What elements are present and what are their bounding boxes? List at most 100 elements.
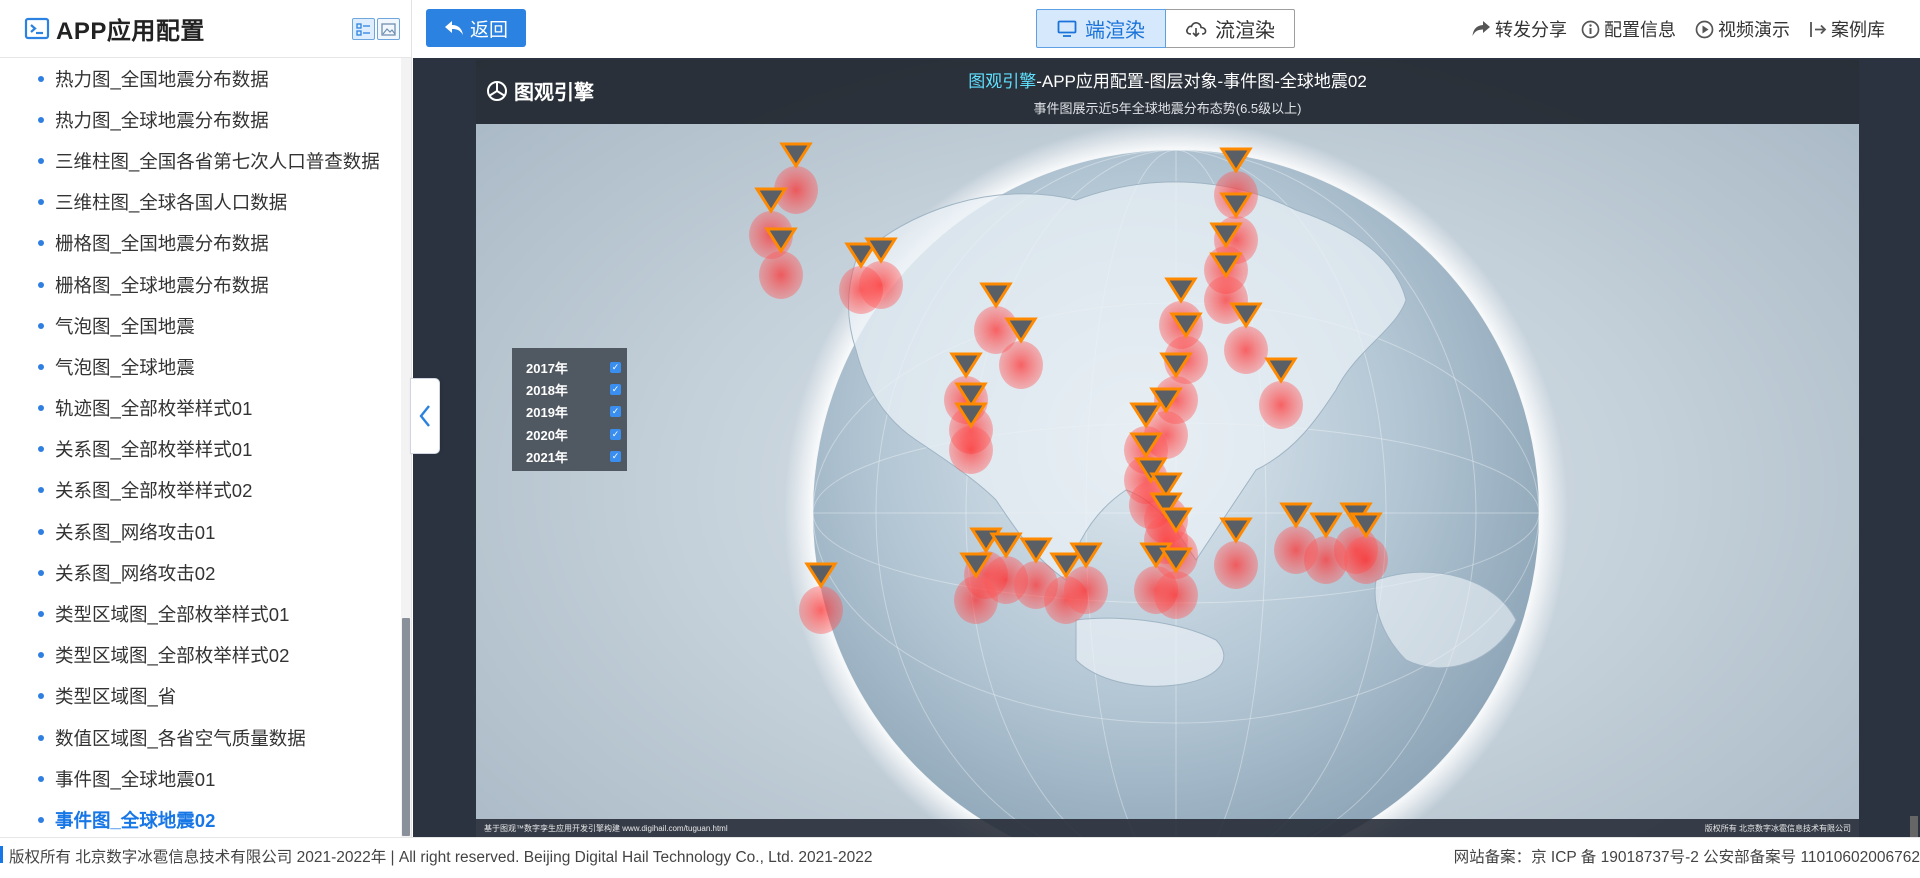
sidebar-item[interactable]: 类型区域图_全部枚举样式02 [0, 635, 400, 676]
bullet-dot [38, 652, 44, 659]
sidebar-item[interactable]: 关系图_全部枚举样式01 [0, 429, 400, 470]
sidebar-item[interactable]: 热力图_全国地震分布数据 [0, 58, 400, 99]
scene-subtitle: 事件图展示近5年全球地震分布态势(6.5级以上) [1033, 101, 1302, 116]
bullet-dot [38, 528, 44, 535]
scene-footer-right: 版权所有 北京数字冰雹信息技术有限公司 [1704, 823, 1851, 833]
quake-bubble [1259, 381, 1303, 429]
sidebar-title: APP应用配置 [56, 18, 205, 45]
legend-checkbox[interactable]: ✓ [610, 384, 621, 396]
legend-year-row[interactable]: 2021年 ✓ [526, 446, 621, 468]
sidebar-item[interactable]: 关系图_网络攻击02 [0, 552, 400, 593]
sidebar-item-label: 热力图_全球地震分布数据 [55, 109, 269, 131]
sidebar-item[interactable]: 栅格图_全球地震分布数据 [0, 264, 400, 305]
video-demo-label: 视频演示 [1718, 20, 1790, 40]
legend-checkbox[interactable]: ✓ [610, 428, 621, 440]
legend-year-row[interactable]: 2020年 ✓ [526, 423, 621, 445]
sidebar-item[interactable]: 事件图_全球地震02 [0, 799, 400, 837]
sidebar-item[interactable]: 类型区域图_全部枚举样式01 [0, 593, 400, 634]
sidebar-item-label: 热力图_全国地震分布数据 [55, 68, 269, 90]
legend-year-label: 2017年 [526, 360, 568, 376]
globe-scene[interactable]: 图观引擎 图观引擎-APP应用配置-图层对象-事件图-全球地震02 事件图展示近… [476, 60, 1859, 837]
year-legend: 2017年 ✓ 2018年 ✓ 2019年 ✓ 2020年 ✓ 2021年 ✓ [512, 348, 627, 471]
scene-title-text: -APP应用配置-图层对象-事件图-全球地震02 [1036, 72, 1367, 91]
legend-checkbox[interactable]: ✓ [610, 451, 621, 463]
legend-year-row[interactable]: 2018年 ✓ [526, 378, 621, 400]
share-label: 转发分享 [1495, 20, 1567, 40]
share-link[interactable]: 转发分享 [1471, 16, 1567, 42]
sidebar-item[interactable]: 事件图_全球地震01 [0, 758, 400, 799]
case-library-link[interactable]: 案例库 [1808, 16, 1885, 42]
monitor-icon [1057, 20, 1077, 37]
list-view-toggle[interactable] [352, 18, 375, 40]
video-demo-link[interactable]: 视频演示 [1695, 16, 1790, 42]
quake-marker-icon [779, 142, 813, 169]
legend-year-row[interactable]: 2017年 ✓ [526, 356, 621, 378]
list-view-icon [356, 22, 370, 36]
legend-year-label: 2019年 [526, 405, 568, 421]
quake-bubble [1214, 541, 1258, 589]
sidebar-item-label: 事件图_全球地震01 [55, 768, 216, 790]
bullet-dot [38, 487, 44, 494]
sidebar-item[interactable]: 关系图_全部枚举样式02 [0, 470, 400, 511]
sidebar-item-label: 关系图_网络攻击02 [55, 562, 216, 584]
legend-year-label: 2021年 [526, 450, 568, 466]
sidebar-item[interactable]: 气泡图_全国地震 [0, 305, 400, 346]
scene-title: 图观引擎-APP应用配置-图层对象-事件图-全球地震02 [476, 67, 1859, 92]
sidebar-item[interactable]: 三维柱图_全球各国人口数据 [0, 182, 400, 223]
sidebar-item[interactable]: 热力图_全球地震分布数据 [0, 99, 400, 140]
sidebar-item-label: 三维柱图_全国各省第七次人口普查数据 [55, 150, 380, 172]
bullet-dot [38, 405, 44, 412]
quake-bubble [1274, 526, 1318, 574]
copyright-text: 版权所有 北京数字冰雹信息技术有限公司 2021-2022年 | All rig… [9, 849, 873, 866]
sidebar-item[interactable]: 关系图_网络攻击01 [0, 511, 400, 552]
sidebar-item-label: 类型区域图_省 [55, 686, 177, 708]
viewer-right-margin [1859, 58, 1920, 837]
quake-bubble [999, 341, 1043, 389]
back-arrow-icon [444, 21, 463, 35]
back-button-label: 返回 [469, 19, 508, 41]
grid-view-toggle[interactable] [377, 18, 400, 40]
quake-bubble [1154, 571, 1198, 619]
sidebar-item-label: 气泡图_全球地震 [55, 356, 195, 378]
quake-bubble [1344, 536, 1388, 584]
scene-viewer: 图观引擎 图观引擎-APP应用配置-图层对象-事件图-全球地震02 事件图展示近… [413, 58, 1920, 837]
sidebar-item-label: 数值区域图_各省空气质量数据 [55, 727, 306, 749]
quake-bubble [949, 426, 993, 474]
chevron-left-icon [419, 405, 430, 427]
sidebar-item[interactable]: 类型区域图_省 [0, 676, 400, 717]
scene-footer: 基于图观™数字孪生应用开发引擎构建 www.digihail.com/tugua… [476, 819, 1859, 837]
legend-checkbox[interactable]: ✓ [610, 361, 621, 373]
sidebar-item[interactable]: 三维柱图_全国各省第七次人口普查数据 [0, 140, 400, 181]
sidebar-scrollbar-thumb[interactable] [402, 618, 410, 836]
globe-canvas[interactable] [476, 60, 1859, 837]
stream-render-button[interactable]: 流渲染 [1166, 9, 1295, 48]
legend-year-row[interactable]: 2019年 ✓ [526, 401, 621, 423]
endpoint-render-button[interactable]: 端渲染 [1036, 9, 1166, 48]
icp-record-text: 网站备案：京 ICP 备 19018737号-2 公安部备案号 11010602… [1453, 849, 1920, 866]
legend-checkbox[interactable]: ✓ [610, 406, 621, 418]
play-circle-icon [1695, 20, 1714, 38]
sidebar-item-label: 气泡图_全国地震 [55, 315, 195, 337]
sidebar-item[interactable]: 数值区域图_各省空气质量数据 [0, 717, 400, 758]
back-button[interactable]: 返回 [426, 9, 526, 47]
viewer-scroll-handle[interactable] [1910, 816, 1918, 837]
bullet-dot [38, 611, 44, 618]
bullet-dot [38, 322, 44, 329]
sidebar-item[interactable]: 气泡图_全球地震 [0, 346, 400, 387]
sidebar-item[interactable]: 轨迹图_全部枚举样式01 [0, 388, 400, 429]
sidebar-item[interactable]: 栅格图_全国地震分布数据 [0, 223, 400, 264]
bullet-dot [38, 363, 44, 370]
cloud-download-icon [1186, 21, 1207, 37]
legend-year-label: 2018年 [526, 383, 568, 399]
bullet-dot [38, 199, 44, 206]
scene-title-brand: 图观引擎 [968, 72, 1037, 91]
config-info-link[interactable]: 配置信息 [1581, 16, 1676, 42]
collapse-sidebar-button[interactable] [410, 378, 440, 454]
legend-year-label: 2020年 [526, 427, 568, 443]
sidebar-item-label: 关系图_网络攻击01 [55, 521, 216, 543]
exit-icon [1810, 21, 1827, 37]
bullet-dot [38, 816, 44, 823]
bullet-dot [38, 157, 44, 164]
sidebar: APP应用配置 热力图_全国地震分布数据 热力图_全球地震分布数据三维柱图_全国各… [0, 0, 412, 837]
terminal-icon [24, 17, 50, 39]
